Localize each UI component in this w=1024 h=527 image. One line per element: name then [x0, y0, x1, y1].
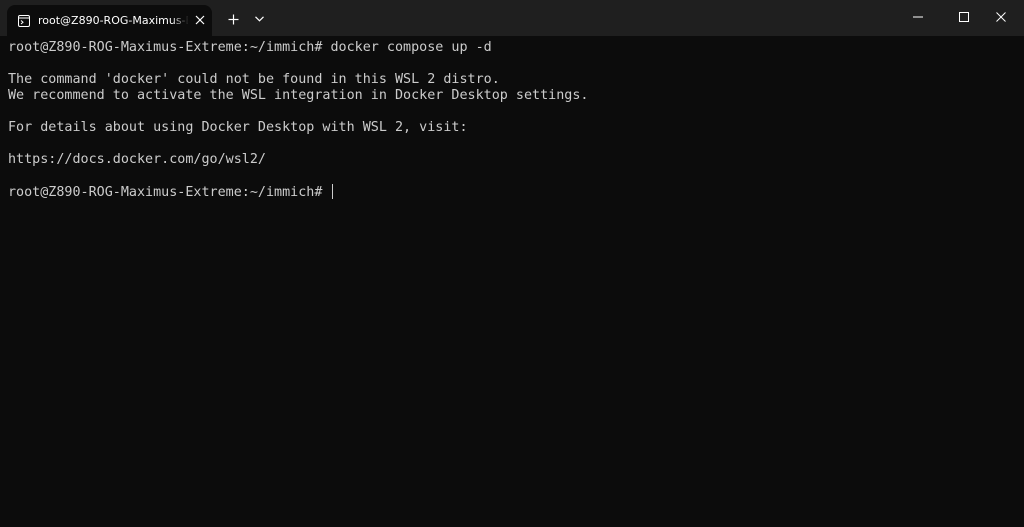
chevron-down-icon — [254, 16, 264, 22]
close-window-button[interactable] — [978, 0, 1024, 34]
command-line: root@Z890-ROG-Maximus-Extreme:~/immich# … — [8, 40, 1024, 56]
active-prompt-line[interactable]: root@Z890-ROG-Maximus-Extreme:~/immich# — [8, 184, 1024, 200]
close-icon — [996, 12, 1006, 22]
plus-icon — [228, 14, 238, 24]
output-line: For details about using Docker Desktop w… — [8, 120, 468, 135]
output-line: We recommend to activate the WSL integra… — [8, 88, 589, 103]
new-tab-button[interactable] — [222, 8, 244, 30]
tab-terminal[interactable]: root@Z890-ROG-Maximus-Extreme: ~/immich — [7, 5, 212, 36]
close-icon — [195, 15, 205, 25]
minimize-button[interactable] — [895, 0, 941, 34]
terminal-output[interactable]: root@Z890-ROG-Maximus-Extreme:~/immich# … — [0, 36, 1024, 527]
tab-close-button[interactable] — [193, 13, 207, 27]
command: docker compose up -d — [330, 40, 492, 55]
minimize-icon — [913, 16, 923, 18]
output-line: https://docs.docker.com/go/wsl2/ — [8, 152, 266, 167]
tab-dropdown-button[interactable] — [249, 8, 269, 30]
prompt: root@Z890-ROG-Maximus-Extreme:~/immich# — [8, 40, 323, 55]
prompt: root@Z890-ROG-Maximus-Extreme:~/immich# — [8, 185, 323, 200]
tab-title-fade — [171, 11, 189, 31]
tab-title: root@Z890-ROG-Maximus-Extreme: ~/immich — [38, 14, 188, 27]
output-line: The command 'docker' could not be found … — [8, 72, 500, 87]
terminal-window: root@Z890-ROG-Maximus-Extreme: ~/immich — [0, 0, 1024, 527]
terminal-icon — [18, 14, 30, 27]
text-cursor — [332, 184, 334, 199]
maximize-icon — [959, 12, 969, 22]
title-bar: root@Z890-ROG-Maximus-Extreme: ~/immich — [0, 0, 1024, 36]
